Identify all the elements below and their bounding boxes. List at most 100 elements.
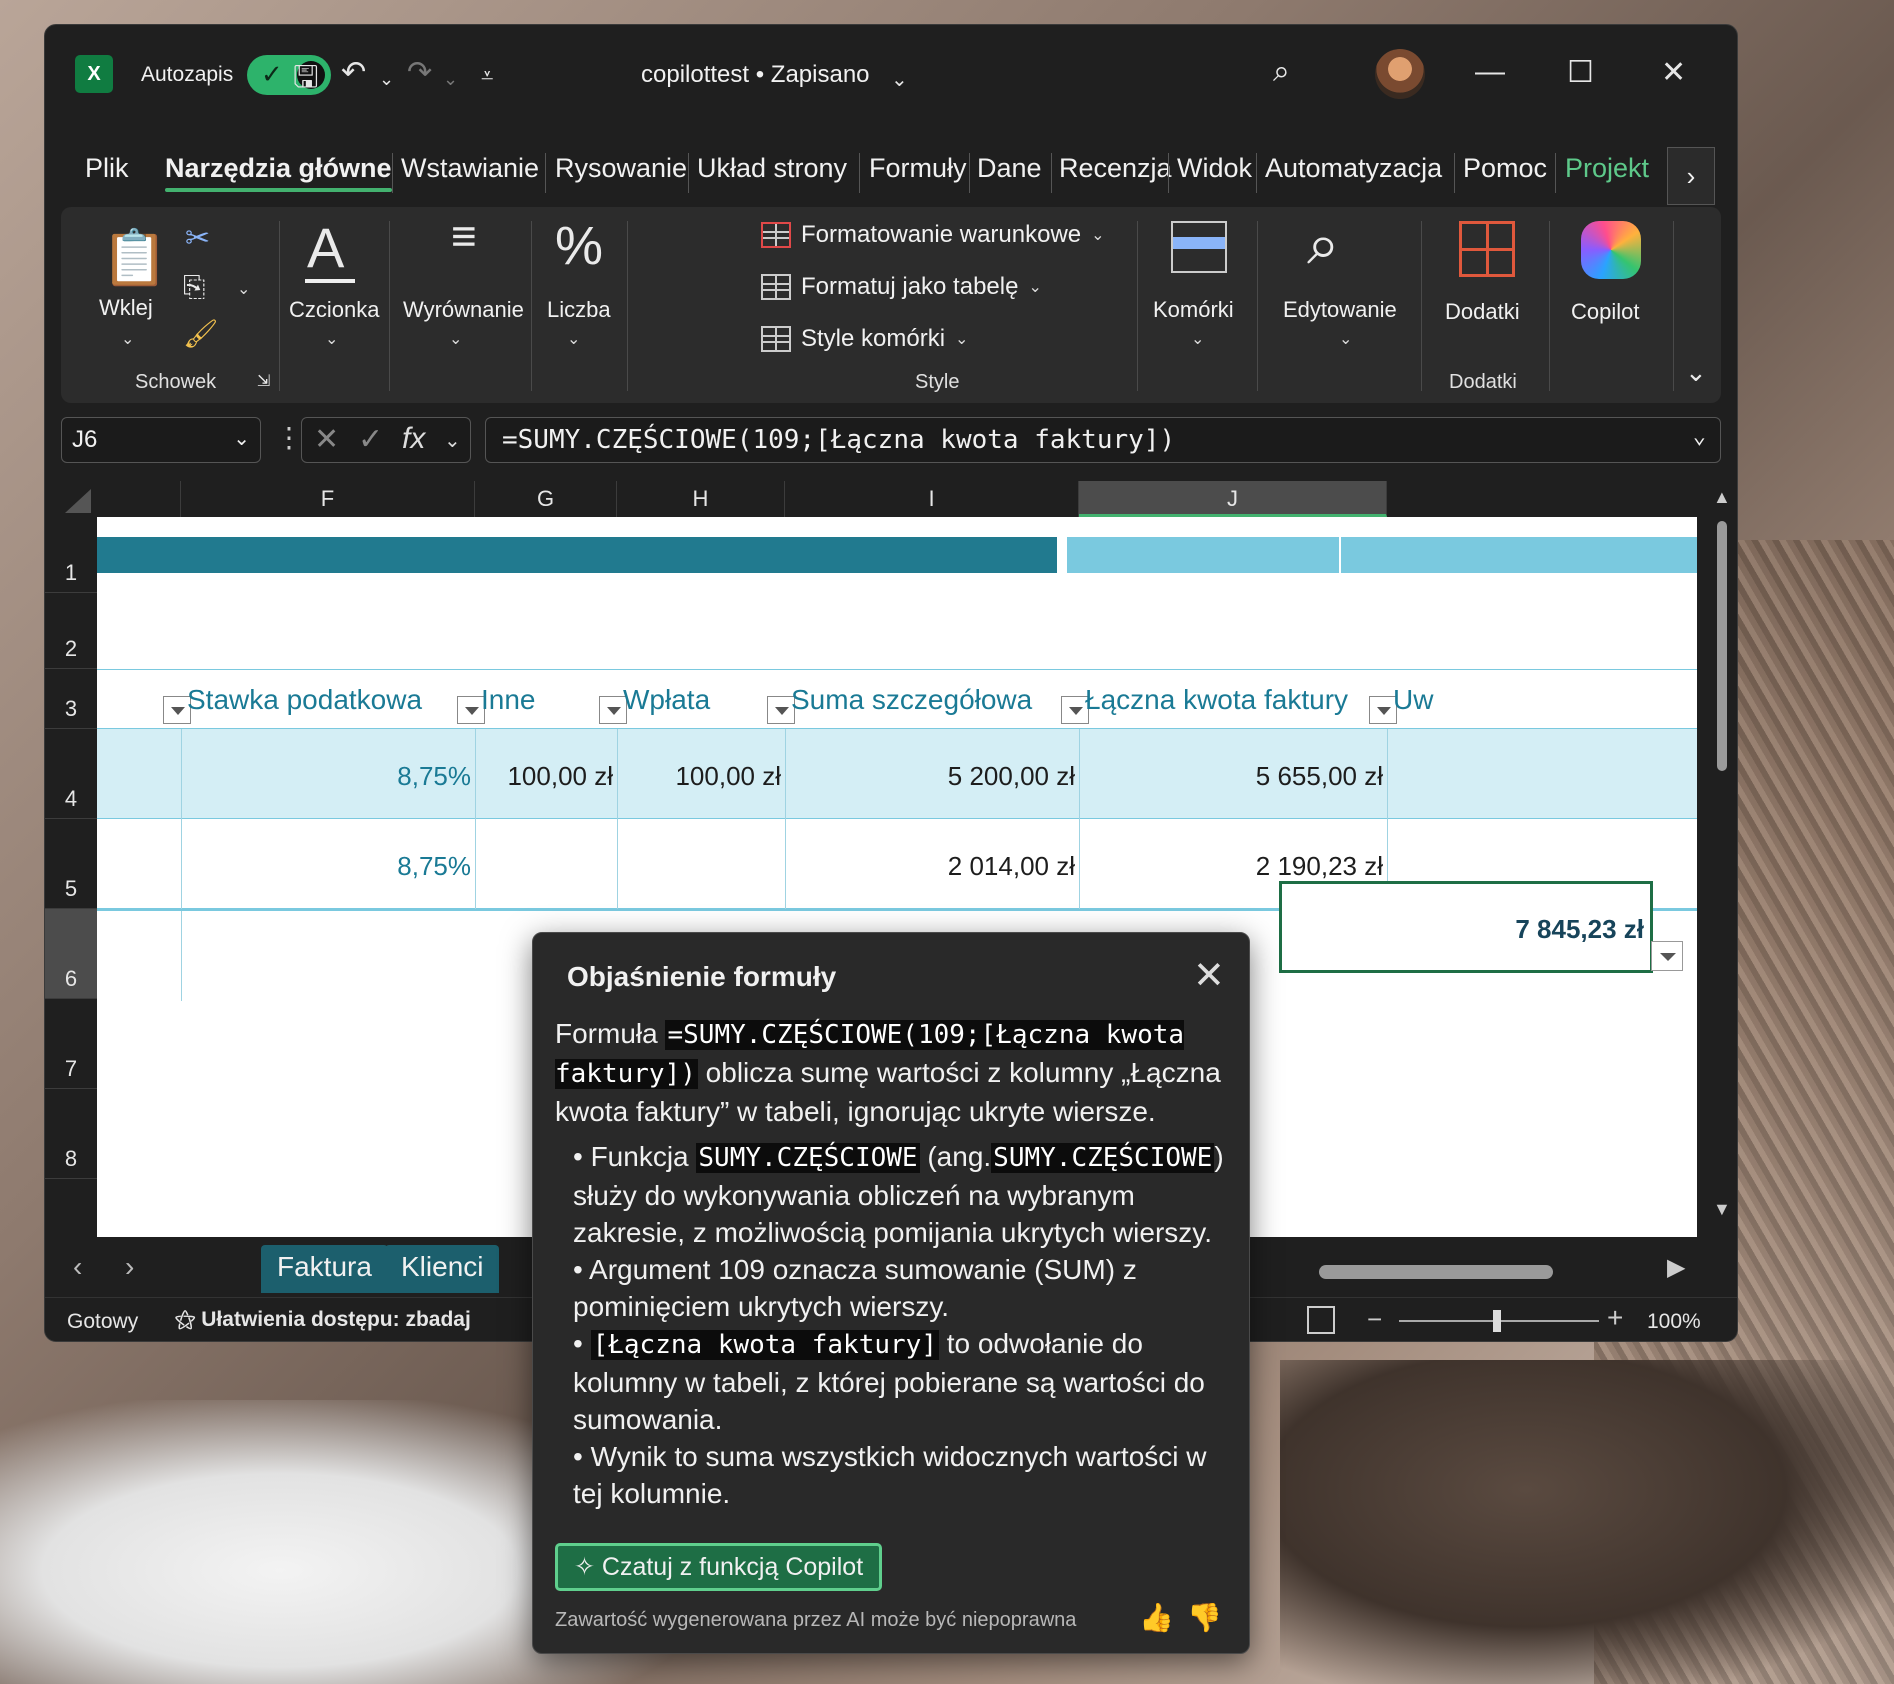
cell-styles-button[interactable]: Style komórki ⌄: [761, 325, 968, 353]
magnifier-icon[interactable]: ⌕: [1307, 211, 1339, 279]
tab-review[interactable]: Recenzja: [1059, 153, 1172, 184]
thumbs-up-icon[interactable]: 👍: [1139, 1601, 1174, 1634]
row-header-8[interactable]: 8: [45, 1089, 97, 1179]
zoom-out-icon[interactable]: −: [1367, 1304, 1382, 1335]
zoom-in-icon[interactable]: +: [1607, 1302, 1623, 1334]
search-icon[interactable]: ⌕: [1273, 55, 1290, 89]
accessibility-check[interactable]: ⚝ Ułatwienia dostępu: zbadaj: [175, 1308, 471, 1332]
column-header-g[interactable]: G: [475, 481, 617, 517]
scroll-up-icon[interactable]: ▲: [1713, 487, 1731, 508]
paste-button[interactable]: Wklej: [99, 295, 153, 321]
close-icon[interactable]: ✕: [1193, 953, 1225, 998]
undo-icon[interactable]: ↶: [341, 55, 366, 90]
font-button[interactable]: Czcionka: [289, 297, 379, 323]
column-header-i[interactable]: I: [785, 481, 1079, 517]
copy-icon[interactable]: ⎘: [183, 271, 205, 304]
row-header-6[interactable]: 6: [45, 909, 97, 999]
cells-button[interactable]: Komórki: [1153, 297, 1234, 323]
editing-button[interactable]: Edytowanie: [1283, 297, 1397, 323]
column-header-f[interactable]: F: [181, 481, 475, 517]
copilot-button[interactable]: Copilot: [1571, 299, 1639, 325]
thumbs-down-icon[interactable]: 👎: [1187, 1601, 1222, 1634]
alignment-icon[interactable]: ≡: [451, 215, 477, 259]
collapse-ribbon-chevron-icon[interactable]: ⌄: [1685, 357, 1707, 388]
minimize-icon[interactable]: —: [1475, 55, 1505, 89]
sheet-tab-klienci[interactable]: Klienci: [385, 1245, 500, 1293]
conditional-formatting-button[interactable]: Formatowanie warunkowe ⌄: [761, 221, 1105, 249]
chevron-down-icon[interactable]: ⌄: [444, 428, 461, 453]
cell-f5[interactable]: 8,75%: [181, 819, 475, 909]
addins-button[interactable]: Dodatki: [1445, 299, 1520, 325]
row-header-2[interactable]: 2: [45, 593, 97, 669]
doc-title-chevron-icon[interactable]: ⌄: [891, 67, 908, 92]
maximize-icon[interactable]: ☐: [1567, 55, 1594, 90]
row-header-5[interactable]: 5: [45, 819, 97, 909]
tab-file[interactable]: Plik: [85, 153, 129, 184]
tab-help[interactable]: Pomoc: [1463, 153, 1547, 184]
cell-h4[interactable]: 100,00 zł: [617, 729, 785, 819]
document-title[interactable]: copilottest • Zapisano: [641, 61, 870, 89]
copilot-icon[interactable]: [1581, 221, 1641, 279]
editing-chevron-icon[interactable]: ⌄: [1339, 329, 1352, 349]
tab-view[interactable]: Widok: [1177, 153, 1252, 184]
next-sheet-icon[interactable]: ›: [125, 1251, 134, 1283]
cell-f6[interactable]: [181, 911, 475, 1001]
name-box[interactable]: J6 ⌄: [61, 417, 261, 463]
paste-chevron-icon[interactable]: ⌄: [121, 329, 134, 349]
column-header-e[interactable]: [97, 481, 181, 517]
number-chevron-icon[interactable]: ⌄: [567, 329, 580, 349]
more-options-icon[interactable]: ⋮: [275, 421, 303, 454]
tab-design[interactable]: Projekt: [1565, 153, 1649, 184]
cell-i4[interactable]: 5 200,00 zł: [785, 729, 1079, 819]
prev-sheet-icon[interactable]: ‹: [73, 1251, 82, 1283]
font-icon[interactable]: A: [307, 215, 344, 280]
column-header-k[interactable]: [1387, 481, 1705, 517]
cell-j4[interactable]: 5 655,00 zł: [1079, 729, 1387, 819]
font-chevron-icon[interactable]: ⌄: [325, 329, 338, 349]
tab-insert[interactable]: Wstawianie: [401, 153, 539, 184]
cell-g5[interactable]: [475, 819, 617, 909]
row-header-7[interactable]: 7: [45, 999, 97, 1089]
copy-chevron-icon[interactable]: ⌄: [237, 279, 250, 299]
percent-icon[interactable]: %: [555, 215, 603, 277]
paste-icon[interactable]: 📋: [101, 227, 168, 288]
alignment-chevron-icon[interactable]: ⌄: [449, 329, 462, 349]
cell-k4[interactable]: [1387, 729, 1697, 819]
tab-formulas[interactable]: Formuły: [869, 153, 967, 184]
scroll-right-icon[interactable]: ▶: [1667, 1253, 1685, 1282]
cells-chevron-icon[interactable]: ⌄: [1191, 329, 1204, 349]
format-as-table-button[interactable]: Formatuj jako tabelę ⌄: [761, 273, 1042, 301]
cell-h5[interactable]: [617, 819, 785, 909]
customize-toolbar-icon[interactable]: ⩡: [481, 63, 493, 89]
column-header-h[interactable]: H: [617, 481, 785, 517]
select-all-corner[interactable]: [45, 481, 97, 517]
formula-input[interactable]: =SUMY.CZĘŚCIOWE(109;[Łączna kwota faktur…: [485, 417, 1721, 463]
tab-page-layout[interactable]: Układ strony: [697, 153, 847, 184]
column-header-j[interactable]: J: [1079, 481, 1387, 517]
active-cell-j6[interactable]: 7 845,23 zł: [1279, 881, 1653, 973]
sheet-tab-faktura[interactable]: Faktura: [261, 1245, 388, 1293]
addins-icon[interactable]: [1459, 221, 1515, 277]
expand-formula-chevron-icon[interactable]: ⌄: [1693, 424, 1706, 449]
avatar[interactable]: [1375, 49, 1425, 99]
tab-home[interactable]: Narzędzia główne: [165, 153, 392, 192]
save-icon[interactable]: 🖫: [293, 55, 319, 106]
redo-icon[interactable]: ↷: [407, 55, 432, 90]
row-header-3[interactable]: 3: [45, 669, 97, 729]
scroll-down-icon[interactable]: ▼: [1713, 1199, 1731, 1220]
row-header-4[interactable]: 4: [45, 729, 97, 819]
undo-dropdown-chevron-icon[interactable]: ⌄: [379, 69, 394, 90]
zoom-slider-knob[interactable]: [1493, 1310, 1501, 1332]
cell-i5[interactable]: 2 014,00 zł: [785, 819, 1079, 909]
alignment-button[interactable]: Wyrównanie: [403, 297, 524, 323]
dialog-launcher-icon[interactable]: ⇲: [257, 371, 270, 391]
cancel-icon[interactable]: ✕: [314, 422, 339, 457]
tab-draw[interactable]: Rysowanie: [555, 153, 687, 184]
format-painter-icon[interactable]: 🖌: [183, 317, 219, 350]
close-icon[interactable]: ✕: [1661, 55, 1686, 90]
tab-data[interactable]: Dane: [977, 153, 1042, 184]
insert-function-icon[interactable]: fx: [402, 422, 425, 456]
chat-with-copilot-button[interactable]: ✧ Czatuj z funkcją Copilot: [555, 1543, 883, 1591]
vertical-scroll-thumb[interactable]: [1717, 521, 1727, 771]
tab-automate[interactable]: Automatyzacja: [1265, 153, 1442, 184]
